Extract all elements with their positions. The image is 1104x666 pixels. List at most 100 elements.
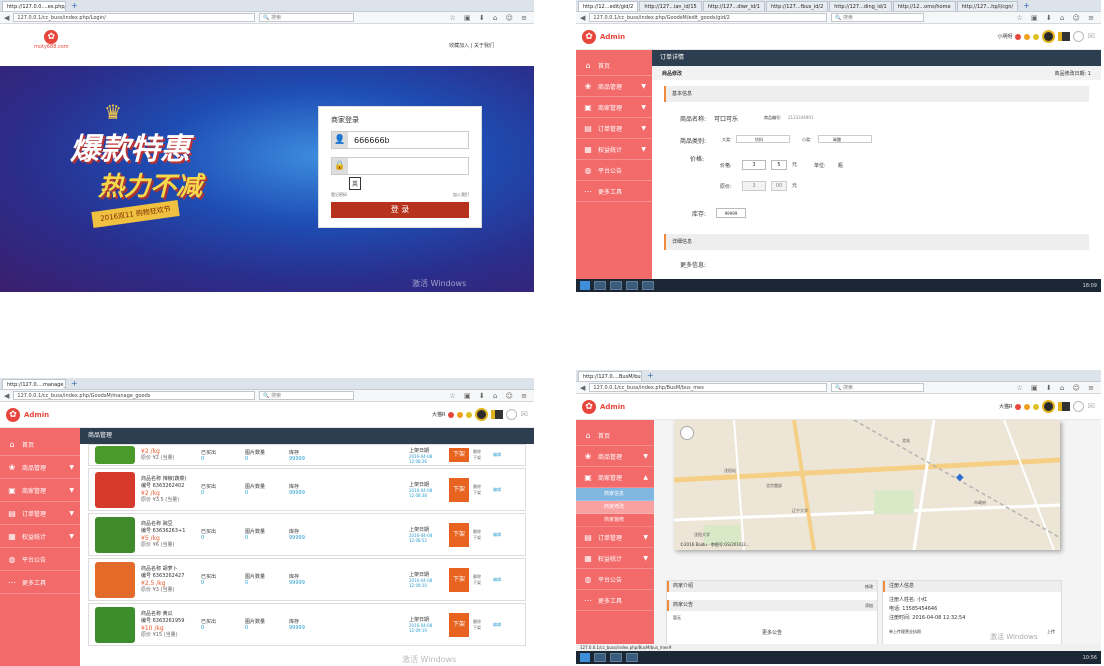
sidebar-item-merchant[interactable]: ▣ 商家管理 ▼ [576,97,652,118]
sidebar-item-tools[interactable]: ⋯ 更多工具 [576,590,654,611]
browser-tab[interactable]: http://127...ian_id/15 [639,1,702,11]
new-tab-icon[interactable]: + [67,1,82,11]
logo-icon[interactable]: ✿ [582,399,596,414]
browser-tab[interactable]: http://127.0.0....es.php/Login/ [2,1,66,11]
orig-jiao-input[interactable]: 00 [771,181,787,191]
unlist-button[interactable]: 下架 [449,522,469,547]
sidebar-item-orders[interactable]: ▤ 订单管理 ▼ [576,527,654,548]
unlist-button[interactable]: 下架 [449,448,469,462]
taskbar-app-icon[interactable] [594,281,606,290]
back-icon[interactable]: ◀ [4,14,9,22]
edit-link[interactable]: 编辑 [493,577,501,583]
edit-link[interactable]: 编辑 [493,622,501,628]
sidebar-item-goods[interactable]: ❀ 商品管理 ▼ [0,456,80,479]
username-field[interactable]: 👤 666666b [331,131,469,149]
back-icon[interactable]: ◀ [580,384,585,392]
back-icon[interactable]: ◀ [580,14,585,22]
bookmark-link[interactable]: 收藏加入 [449,43,469,49]
goods-thumb[interactable] [95,516,135,553]
coin-icon[interactable] [1042,400,1056,413]
sidebar-item-notice[interactable]: ◍ 平台公告 [0,548,80,571]
taskbar-app-icon[interactable] [610,281,622,290]
browser-tab[interactable]: http://127...hp/l/cgn/ [956,1,1019,11]
unlist-button[interactable]: 下架 [449,477,469,502]
goods-thumb[interactable] [95,471,135,508]
sidebar-item-home[interactable]: ⌂ 首页 [0,434,80,456]
mail-icon[interactable]: ✉ [1087,402,1095,412]
unlist-link[interactable]: 下架 [473,625,489,631]
search-box[interactable]: 🔍 搜索 [259,13,355,22]
map-nav-icon[interactable] [680,426,694,440]
toolbar-icons[interactable]: ☆ ▣ ⬇ ⌂ ☺ ≡ [450,14,531,22]
taskbar-app-icon[interactable] [610,653,622,662]
sidebar-item-goods[interactable]: ❀ 商品管理 ▼ [576,446,654,467]
notice-more-link[interactable]: 更多公告 [667,629,877,636]
taskbar-app-icon[interactable] [642,281,654,290]
flag-icon[interactable] [491,410,504,419]
sidebar-item-stats[interactable]: ▦ 权益统计 ▼ [576,548,654,569]
edit-link[interactable]: 编辑 [493,487,501,493]
coin-icon[interactable] [475,408,489,421]
settings-icon[interactable] [506,409,518,420]
unlist-button[interactable]: 下架 [449,612,469,637]
flag-icon[interactable] [1058,402,1071,411]
goods-thumb[interactable] [95,606,135,643]
taskbar-app-icon[interactable] [626,281,638,290]
sidebar-item-stats[interactable]: ▦ 权益统计 ▼ [0,525,80,548]
start-icon[interactable] [580,653,590,662]
intro-edit-link[interactable]: 修改 [865,581,873,592]
toolbar-icons[interactable]: ☆ ▣ ⬇ ⌂ ☺ ≡ [1017,384,1098,392]
small-cat-select[interactable]: 碳酸 [818,135,872,143]
search-box[interactable]: 🔍 搜索 [831,13,925,22]
logo-icon[interactable]: ✿ [6,407,20,422]
sidebar-item-home[interactable]: ⌂ 首页 [576,56,652,76]
login-button[interactable]: 登 录 [331,202,469,218]
big-cat-select[interactable]: 饮料 [736,135,790,143]
remember-link[interactable]: 登记密码 [331,192,347,198]
flag-icon[interactable] [1058,32,1071,41]
sidebar-item-orders[interactable]: ▤ 订单管理 ▼ [0,502,80,525]
about-link[interactable]: 关于我们 [474,43,494,49]
browser-tab[interactable]: http://127...fbus_id/2 [765,1,829,11]
browser-tab[interactable]: http://127.0....manage_goods [2,379,66,389]
sidebar-sub-info[interactable]: 商家信息 [576,488,654,501]
sidebar-item-orders[interactable]: ▤ 订单管理 ▼ [576,118,652,139]
goods-thumb[interactable] [95,561,135,598]
sidebar-sub-edit[interactable]: 商家修改 [576,501,654,514]
orig-yuan-input[interactable]: 3 [742,181,766,191]
edit-link[interactable]: 编辑 [493,452,501,458]
goods-thumb[interactable] [95,446,135,464]
settings-icon[interactable] [1073,31,1085,42]
start-icon[interactable] [580,281,590,290]
browser-tab[interactable]: http://127.0....BusM/bus_mes [578,371,642,381]
upload-link[interactable]: 上传 [1047,629,1055,635]
register-link[interactable]: 加入我们 [453,192,469,198]
stock-input[interactable]: 99999 [716,208,746,218]
taskbar-app-icon[interactable] [594,653,606,662]
sidebar-item-notice[interactable]: ◍ 平台公告 [576,569,654,590]
taskbar-app-icon[interactable] [626,653,638,662]
sidebar-item-notice[interactable]: ◍ 平台公告 [576,160,652,181]
mail-icon[interactable]: ✉ [1087,32,1095,42]
browser-tab[interactable]: http://12...oms/home [892,1,956,11]
unlist-link[interactable]: 下架 [473,455,489,461]
address-bar[interactable]: 127.0.0.1/cc_buss/index.php/BusM/bus_mes [589,383,828,392]
address-bar[interactable]: 127.0.0.1/cc_buss/index.php/Login/ [13,13,256,22]
sidebar-item-home[interactable]: ⌂ 首页 [576,426,654,446]
toolbar-icons[interactable]: ☆ ▣ ⬇ ⌂ ☺ ≡ [450,392,531,400]
price-jiao-input[interactable]: 5 [771,160,787,170]
sidebar-item-merchant[interactable]: ▣ 商家管理 ▲ [576,467,654,488]
unlist-link[interactable]: 下架 [473,580,489,586]
password-field[interactable]: 🔒 [331,157,469,175]
unlist-link[interactable]: 下架 [473,490,489,496]
new-tab-icon[interactable]: + [1019,1,1034,11]
logo-icon[interactable]: ✿ [582,29,596,44]
sidebar-item-merchant[interactable]: ▣ 商家管理 ▼ [0,479,80,502]
browser-tab[interactable]: http://12...edit/gid/2 [578,1,639,11]
map-pin-icon[interactable]: ◆ [956,472,964,483]
settings-icon[interactable] [1073,401,1085,412]
toolbar-icons[interactable]: ☆ ▣ ⬇ ⌂ ☺ ≡ [1017,14,1098,22]
sidebar-item-tools[interactable]: ⋯ 更多工具 [0,571,80,594]
new-tab-icon[interactable]: + [643,371,658,381]
sidebar-item-goods[interactable]: ❀ 商品管理 ▼ [576,76,652,97]
